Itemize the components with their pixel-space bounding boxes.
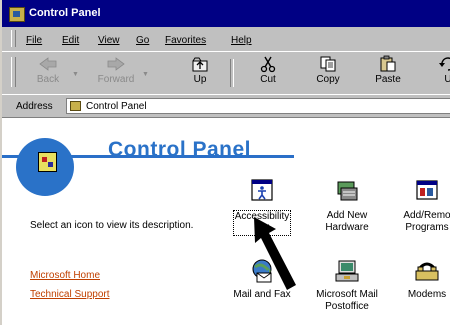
window-title: Control Panel [29, 7, 101, 19]
address-value: Control Panel [86, 101, 147, 112]
paste-button[interactable]: Paste [366, 54, 410, 92]
tools-folder-icon [38, 152, 57, 172]
programs-icon [412, 178, 442, 206]
folder-content: Control Panel Select an icon to view its… [2, 118, 450, 325]
microsoft-home-link[interactable]: Microsoft Home [30, 269, 100, 282]
cut-button[interactable]: Cut [246, 54, 290, 92]
forward-label: Forward [97, 74, 135, 85]
menu-favorites[interactable]: Favorites [165, 35, 206, 47]
menu-bar: File Edit View Go Favorites Help [2, 27, 450, 51]
add-remove-programs-label: Add/Remo Programs [403, 210, 450, 233]
up-folder-icon [190, 55, 210, 73]
technical-support-link[interactable]: Technical Support [30, 288, 110, 301]
add-new-hardware-item[interactable]: Add New Hardware [308, 178, 386, 234]
forward-button[interactable]: Forward [94, 54, 138, 92]
microsoft-mail-postoffice-item[interactable]: Microsoft Mail Postoffice [308, 257, 386, 313]
accessibility-icon [247, 178, 277, 206]
forward-dropdown-icon[interactable]: ▼ [142, 71, 149, 78]
up-label: Up [193, 74, 207, 85]
pointer-arrow-icon [254, 217, 296, 290]
page-title: Control Panel [108, 138, 252, 161]
menu-view[interactable]: View [98, 35, 120, 47]
control-panel-small-icon [70, 101, 81, 111]
toolbar-grip-handle[interactable] [11, 57, 16, 87]
microsoft-mail-postoffice-label: Microsoft Mail Postoffice [316, 289, 378, 312]
control-panel-icon [9, 7, 25, 22]
hardware-icon [332, 178, 362, 206]
back-button[interactable]: Back [26, 54, 70, 92]
control-panel-window: Control Panel File Edit View Go Favorite… [0, 0, 450, 325]
scissors-icon [258, 55, 278, 73]
address-label: Address [16, 101, 53, 112]
menu-grip-handle[interactable] [11, 30, 16, 47]
control-panel-banner-icon [16, 138, 74, 196]
add-new-hardware-label: Add New Hardware [325, 210, 369, 233]
undo-arrow-icon [438, 55, 450, 73]
cut-label: Cut [260, 74, 276, 85]
title-bar[interactable]: Control Panel [2, 0, 450, 27]
back-dropdown-icon[interactable]: ▼ [72, 71, 79, 78]
copy-button[interactable]: Copy [306, 54, 350, 92]
copy-pages-icon [318, 55, 338, 73]
paste-label: Paste [375, 74, 401, 85]
undo-button[interactable]: U [426, 54, 450, 92]
copy-label: Copy [316, 74, 340, 85]
undo-label: U [426, 74, 450, 86]
address-field[interactable]: Control Panel [66, 98, 450, 114]
modem-phone-icon [412, 257, 442, 285]
standard-toolbar: Back ▼ Forward ▼ Up Cut Copy Paste [2, 51, 450, 94]
menu-file[interactable]: File [26, 35, 42, 47]
instruction-text: Select an icon to view its description. [30, 220, 194, 231]
postoffice-icon [332, 257, 362, 285]
modems-item[interactable]: Modems [388, 257, 450, 301]
menu-edit[interactable]: Edit [62, 35, 79, 47]
toolbar-separator [230, 59, 234, 87]
back-arrow-icon [38, 55, 58, 73]
menu-go[interactable]: Go [136, 35, 149, 47]
back-label: Back [36, 74, 60, 85]
add-remove-programs-item[interactable]: Add/Remo Programs [388, 178, 450, 234]
modems-label: Modems [407, 289, 447, 300]
up-button[interactable]: Up [178, 54, 222, 92]
clipboard-icon [378, 55, 398, 73]
menu-help[interactable]: Help [231, 35, 252, 47]
address-bar: Address Control Panel [2, 94, 450, 118]
forward-arrow-icon [106, 55, 126, 73]
